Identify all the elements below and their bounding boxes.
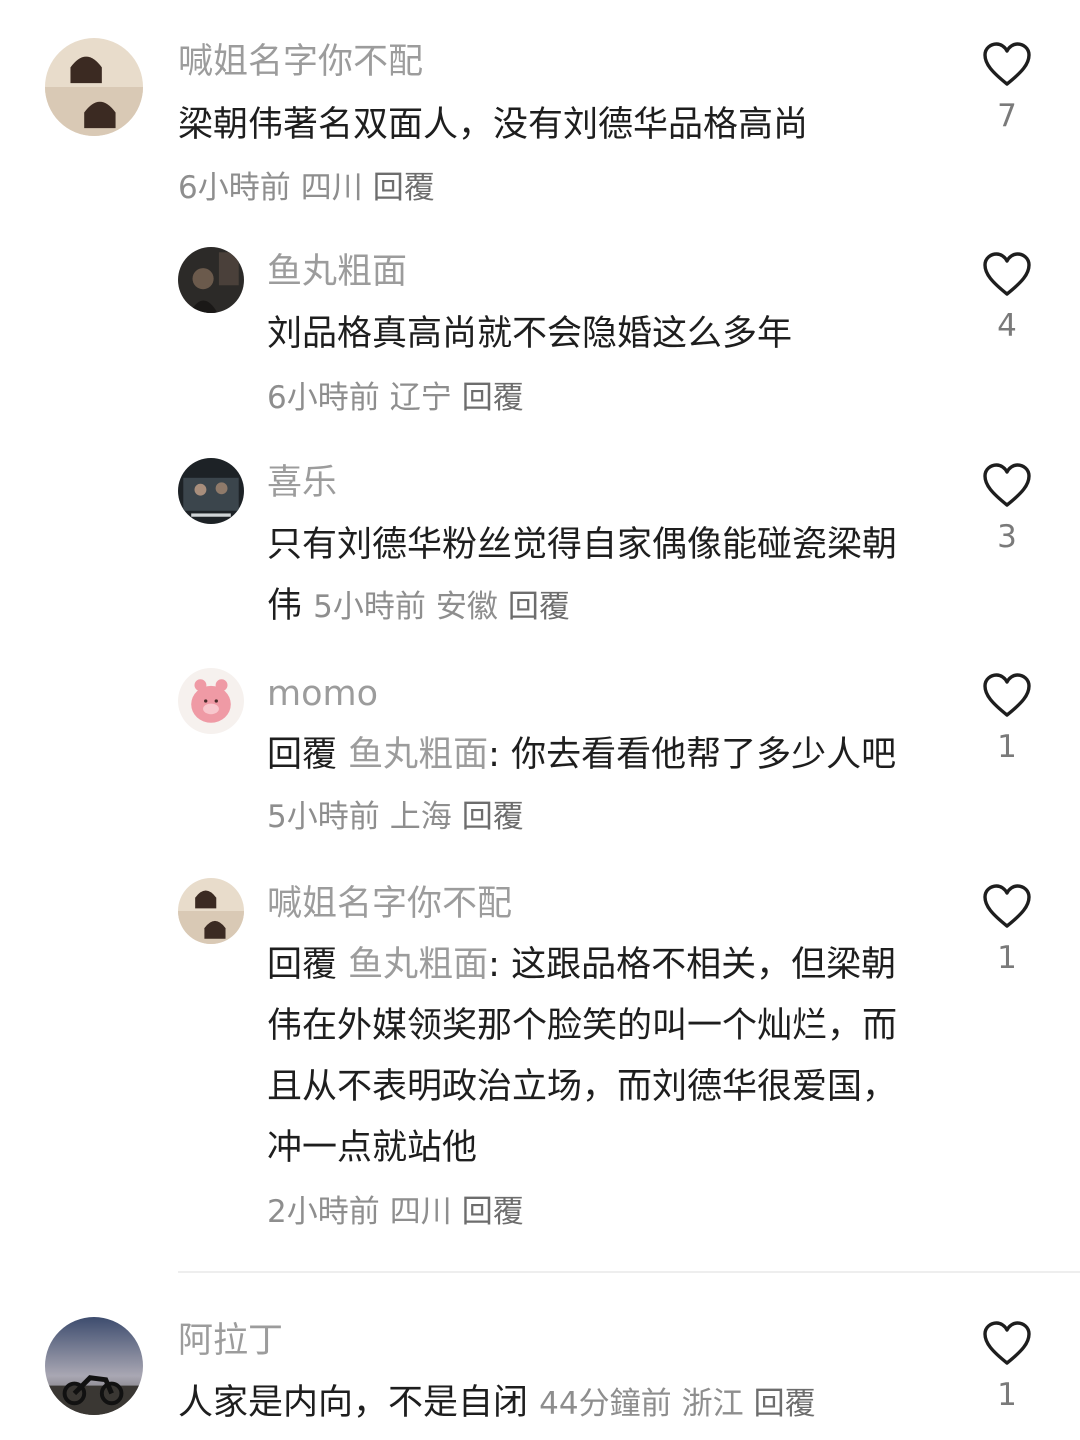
like-button[interactable]: 3 [976, 463, 1038, 557]
reply-to-user[interactable]: 鱼丸粗面 [348, 735, 488, 775]
reply-button[interactable]: 回覆 [754, 1386, 816, 1422]
heart-outline-icon [983, 673, 1031, 717]
reply-prefix: 回覆 [267, 945, 338, 985]
like-count: 1 [997, 940, 1017, 976]
heart-outline-icon [983, 884, 1031, 928]
avatar[interactable] [178, 668, 244, 734]
comment-text: 梁朝伟著名双面人，没有刘德华品格高尚 [178, 105, 809, 145]
like-count: 7 [997, 98, 1017, 134]
comment-meta: 6小時前 四川 回覆 [178, 166, 445, 210]
comment-body: : 你去看看他帮了多少人吧 [488, 735, 897, 775]
like-count: 3 [997, 519, 1017, 555]
comment-location: 上海 [389, 799, 452, 835]
comment-time: 6小時前 [267, 380, 380, 416]
reply-button[interactable]: 回覆 [462, 799, 524, 835]
heart-outline-icon [983, 463, 1031, 507]
comment-author[interactable]: 阿拉丁 [178, 1319, 283, 1363]
like-count: 4 [997, 308, 1017, 344]
comment-time: 44分鐘前 [539, 1386, 672, 1422]
avatar[interactable] [178, 247, 244, 313]
comment-text: 刘品格真高尚就不会隐婚这么多年 [267, 314, 793, 354]
comment-location: 四川 [300, 170, 363, 206]
reply-button[interactable]: 回覆 [373, 170, 435, 206]
comment-author[interactable]: 喊姐名字你不配 [178, 40, 423, 84]
comment-time: 6小時前 [178, 170, 291, 206]
comment-author[interactable]: 鱼丸粗面 [267, 250, 407, 294]
reply-button[interactable]: 回覆 [462, 1194, 524, 1230]
reply-button[interactable]: 回覆 [462, 380, 524, 416]
like-button[interactable]: 1 [976, 673, 1038, 767]
heart-outline-icon [983, 252, 1031, 296]
like-button[interactable]: 4 [976, 252, 1038, 346]
thread-divider [178, 1271, 1080, 1273]
comment-text: 回覆 鱼丸粗面: 你去看看他帮了多少人吧 5小時前 上海 回覆 [267, 725, 907, 848]
like-button[interactable]: 7 [976, 42, 1038, 136]
avatar[interactable] [178, 878, 244, 944]
comment-location: 安徽 [435, 589, 498, 625]
reply-to-user[interactable]: 鱼丸粗面 [348, 945, 488, 985]
avatar[interactable] [45, 38, 143, 136]
reply-prefix: 回覆 [267, 735, 338, 775]
reply-button[interactable]: 回覆 [508, 589, 570, 625]
comment-body: 人家是内向，不是自闭 [178, 1383, 529, 1423]
avatar[interactable] [45, 1317, 143, 1415]
avatar[interactable] [178, 458, 244, 524]
like-count: 1 [997, 1377, 1017, 1413]
comment-meta: 5小時前 上海 回覆 [267, 799, 534, 835]
heart-outline-icon [983, 42, 1031, 86]
comment-author[interactable]: 喊姐名字你不配 [267, 882, 512, 926]
like-count: 1 [997, 729, 1017, 765]
comment-meta: 2小時前 四川 回覆 [267, 1190, 534, 1234]
comment-time: 5小時前 [313, 589, 426, 625]
comment-author[interactable]: 喜乐 [267, 461, 337, 505]
heart-outline-icon [983, 1321, 1031, 1365]
comment-meta: 44分鐘前 浙江 回覆 [539, 1386, 825, 1422]
comment-location: 四川 [389, 1194, 452, 1230]
comment-text: 回覆 鱼丸粗面: 这跟品格不相关，但梁朝伟在外媒领奖那个脸笑的叫一个灿烂，而且从… [267, 935, 907, 1179]
comment-time: 2小時前 [267, 1194, 380, 1230]
comment-author[interactable]: momo [267, 672, 378, 716]
comment-text: 人家是内向，不是自闭 44分鐘前 浙江 回覆 [178, 1373, 938, 1435]
comment-text: 只有刘德华粉丝觉得自家偶像能碰瓷梁朝伟 5小時前 安徽 回覆 [267, 515, 907, 638]
like-button[interactable]: 1 [976, 1321, 1038, 1415]
like-button[interactable]: 1 [976, 884, 1038, 978]
comment-time: 5小時前 [267, 799, 380, 835]
comment-location: 浙江 [681, 1386, 744, 1422]
comment-meta: 6小時前 辽宁 回覆 [267, 376, 534, 420]
comment-meta: 5小時前 安徽 回覆 [313, 589, 580, 625]
comment-location: 辽宁 [389, 380, 452, 416]
